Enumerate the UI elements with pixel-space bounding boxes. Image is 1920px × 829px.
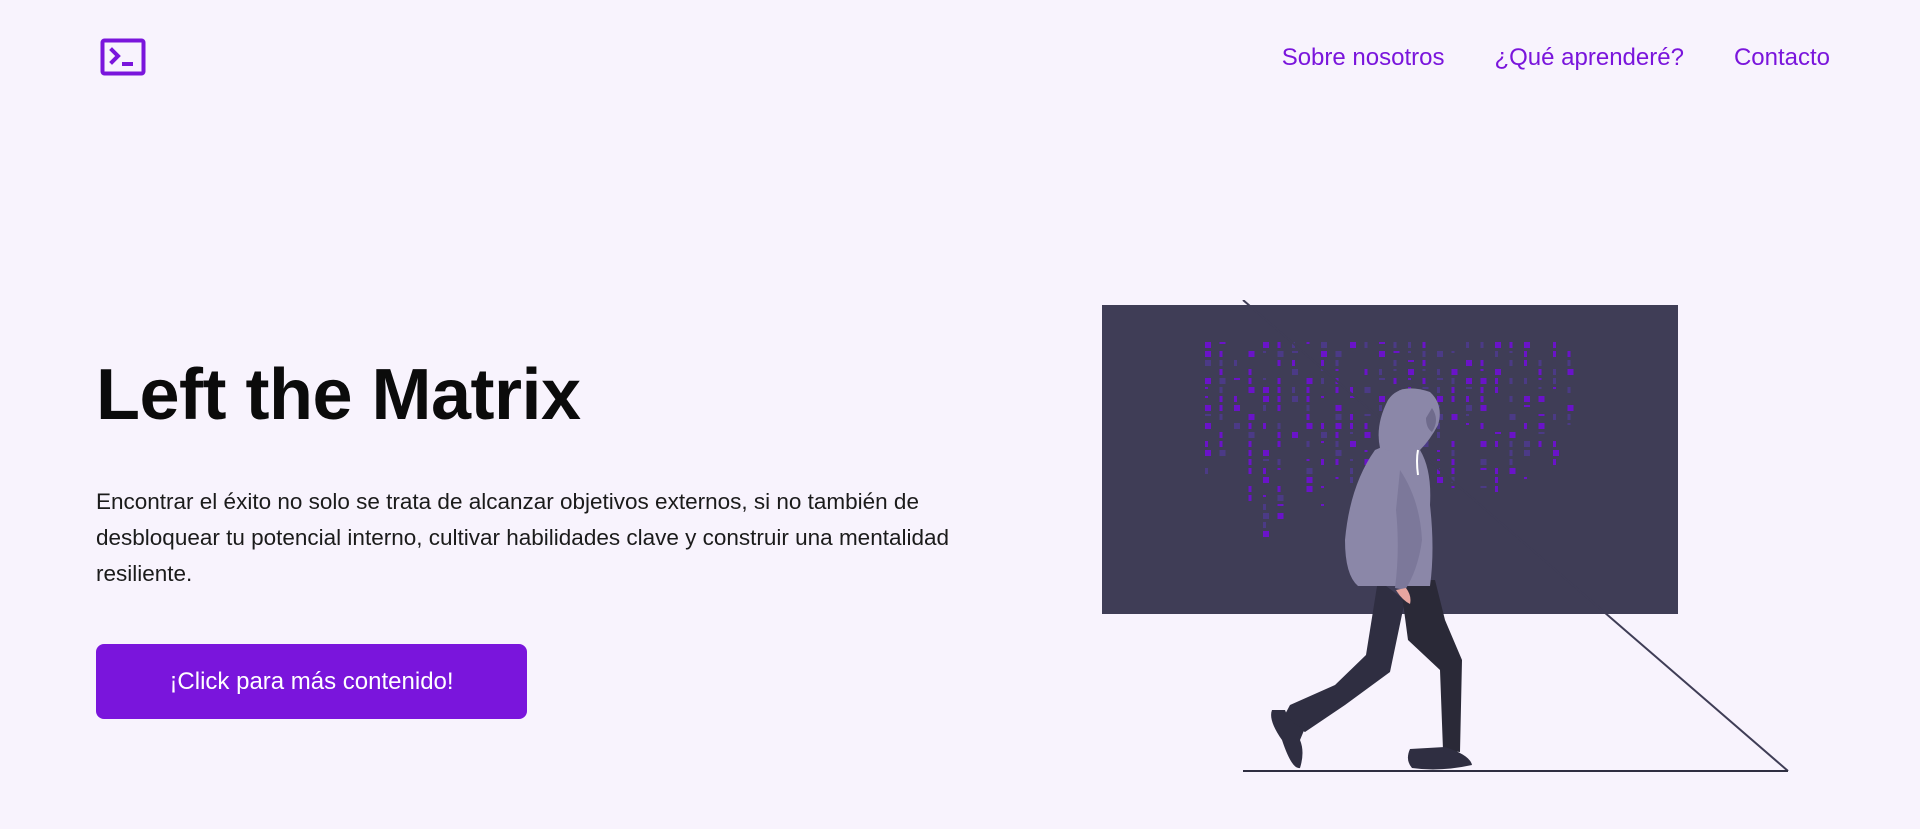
terminal-icon[interactable] [100,38,146,76]
cta-button[interactable]: ¡Click para más contenido! [96,644,527,719]
hooded-person-walking-matrix-illustration [1102,300,1789,772]
nav-link-what-will-i-learn[interactable]: ¿Qué aprenderé? [1494,44,1683,72]
landing-page: Sobre nosotros ¿Qué aprenderé? Contacto … [0,0,1920,829]
nav-link-about[interactable]: Sobre nosotros [1282,44,1445,72]
nav-link-contact[interactable]: Contacto [1734,44,1830,72]
hero-description: Encontrar el éxito no solo se trata de a… [96,489,950,586]
hero-title: Left the Matrix [96,355,581,435]
main-nav: Sobre nosotros ¿Qué aprenderé? Contacto [1282,44,1830,72]
site-header: Sobre nosotros ¿Qué aprenderé? Contacto [0,0,1920,116]
